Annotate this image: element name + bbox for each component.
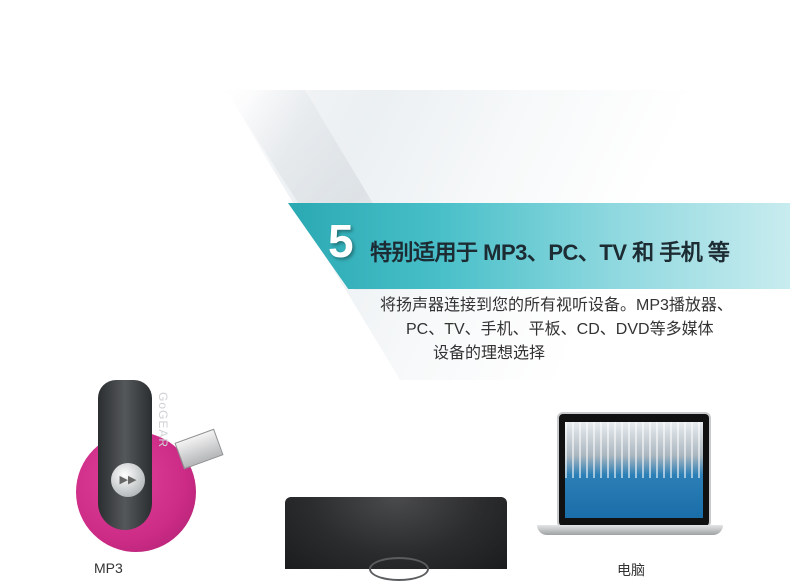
feature-title: 特别适用于 MP3、PC、TV 和 手机 等 <box>370 240 730 265</box>
description-line: 将扬声器连接到您的所有视听设备。MP3播放器、 <box>380 297 733 314</box>
play-button-icon: ▶▶ <box>111 463 145 497</box>
mp3-body: GoGEAR <box>98 380 170 530</box>
screen-wallpaper <box>565 422 703 478</box>
speaker-icon <box>285 497 507 581</box>
mp3-player-icon: GoGEAR ▶▶ MP3 <box>70 380 240 576</box>
description-line: 设备的理想选择 <box>433 345 546 362</box>
mp3-brand-logo: GoGEAR <box>156 392 170 449</box>
laptop-label: 电脑 <box>617 562 645 578</box>
usb-plug-icon <box>174 428 224 470</box>
mp3-label: MP3 <box>94 560 123 576</box>
speaker-ring <box>369 557 429 581</box>
laptop-screen <box>565 422 703 518</box>
laptop-base <box>537 525 723 535</box>
description-line: PC、TV、手机、平板、CD、DVD等多媒体 <box>406 321 714 338</box>
laptop-lid <box>557 412 711 528</box>
feature-number: 5 <box>328 215 354 267</box>
laptop-icon: 电脑 <box>535 412 725 578</box>
feature-description: 将扬声器连接到您的所有视听设备。MP3播放器、 PC、TV、手机、平板、CD、D… <box>380 294 780 366</box>
